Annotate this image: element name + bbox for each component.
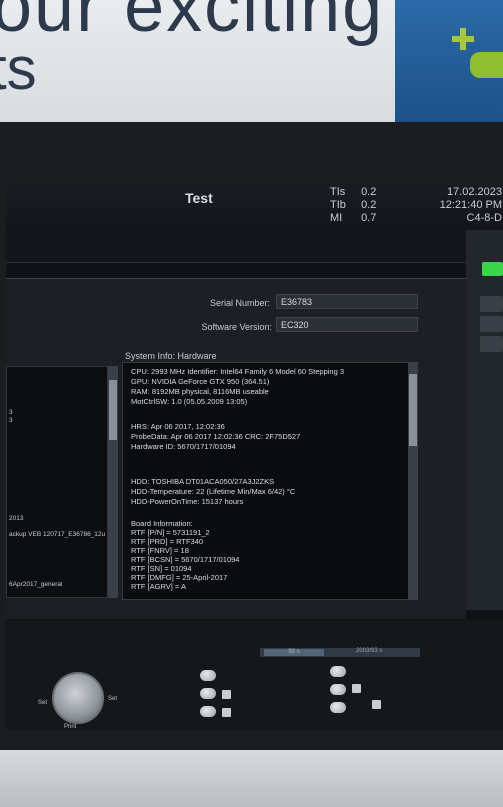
info-line: HRS: Apr 06 2017, 12:02:36 (131, 422, 225, 431)
key-icon (372, 700, 381, 709)
timeline-label: 2003/93 s (356, 648, 383, 654)
serial-number-label: Serial Number: (209, 298, 270, 308)
set-right-label: Set (108, 696, 118, 702)
info-line: HDD: TOSHIBA DT01ACA050/27A3J2ZKS (131, 477, 275, 486)
green-logo-shape (470, 52, 503, 78)
side-button[interactable] (480, 316, 503, 332)
control-key[interactable] (330, 684, 346, 695)
list-item[interactable]: 3 (9, 417, 13, 424)
side-button[interactable] (480, 296, 503, 312)
index-row: TIb 0.2 (330, 199, 377, 211)
info-line: Hardware ID: 5670/1717/01094 (131, 442, 236, 451)
key-icon (222, 690, 231, 699)
info-line: HDD-PowerOnTime: 15137 hours (131, 497, 244, 506)
info-line: RTF [AGRV] = A (131, 582, 186, 591)
probe-name: C4-8-D (466, 212, 502, 224)
info-line: RTF [P/N] = 5731191_2 (131, 528, 210, 537)
serial-number-field[interactable]: E36783 (276, 294, 418, 309)
banner-text: our exciting (0, 0, 385, 47)
info-line: HDD-Temperature: 22 (Lifetime Min/Max 6/… (131, 487, 296, 496)
system-info-label: System Info: Hardware (125, 351, 217, 361)
info-line: GPU: NVIDIA GeForce GTX 950 (364.51) (131, 377, 270, 386)
control-key[interactable] (200, 688, 216, 699)
control-key[interactable] (200, 706, 216, 717)
software-version-label: Software Version: (201, 322, 272, 332)
index-row: MI 0.7 (330, 212, 377, 224)
timeline-fill: 93 s (264, 649, 324, 656)
software-version-field[interactable]: EC320 (276, 317, 418, 332)
info-line: ProbeData: Apr 06 2017 12:02:36 CRC: 2F7… (131, 432, 301, 441)
control-key[interactable] (330, 702, 346, 713)
print-label: Print (64, 724, 77, 730)
info-line: RTF [BCSN] = 5670/1717/01094 (131, 555, 240, 564)
info-line: RTF [DMFG] = 25-April-2017 (131, 573, 228, 582)
right-side-panel (466, 230, 503, 610)
list-item[interactable]: 3 (9, 409, 13, 416)
list-item[interactable]: ackup VEB 120717_E36786_12u (9, 531, 105, 538)
exam-title: Test (185, 190, 213, 206)
index-row: TIs 0.2 (330, 186, 377, 198)
menu-bar (6, 230, 466, 263)
thermal-index-block: TIs 0.2 TIb 0.2 MI 0.7 (330, 186, 376, 225)
date-text: 17.02.2023 (446, 186, 502, 198)
trackball-knob[interactable] (52, 672, 104, 724)
info-line: Board Information: (131, 519, 193, 528)
plus-logo-icon (452, 28, 474, 50)
time-text: 12:21:40 PM (439, 199, 502, 211)
set-left-label: Set (38, 700, 48, 706)
control-key[interactable] (330, 666, 346, 677)
banner-text-2: ts (0, 35, 37, 102)
info-line: MotCtrlSW: 1.0 (05.05.2009 13:05) (131, 397, 248, 406)
date-time-block: 17.02.2023 12:21:40 PM C4-8-D (412, 186, 502, 225)
system-info-textbox: CPU: 2993 MHz Identifier: Intel64 Family… (122, 362, 410, 600)
info-line: RAM: 8192MB physical, 8116MB useable (131, 387, 269, 396)
key-icon (222, 708, 231, 717)
info-line: RTF [PRD] = RTF340 (131, 537, 204, 546)
list-item[interactable]: 2013 (9, 515, 23, 522)
info-line: RTF [SN] = 01094 (131, 564, 192, 573)
info-line: CPU: 2993 MHz Identifier: Intel64 Family… (131, 367, 345, 376)
file-list[interactable]: 3 3 2013 ackup VEB 120717_E36786_12u 6Ap… (6, 366, 108, 598)
desk-surface (0, 750, 503, 807)
info-line: RTF [FNRV] = 18 (131, 546, 189, 555)
active-button[interactable] (482, 262, 503, 276)
key-icon (352, 684, 361, 693)
control-key[interactable] (200, 670, 216, 681)
list-item[interactable]: 6Apr2017_general (9, 581, 63, 588)
list-scroll-thumb[interactable] (109, 380, 117, 440)
info-scroll-thumb[interactable] (409, 374, 417, 446)
side-button[interactable] (480, 336, 503, 352)
